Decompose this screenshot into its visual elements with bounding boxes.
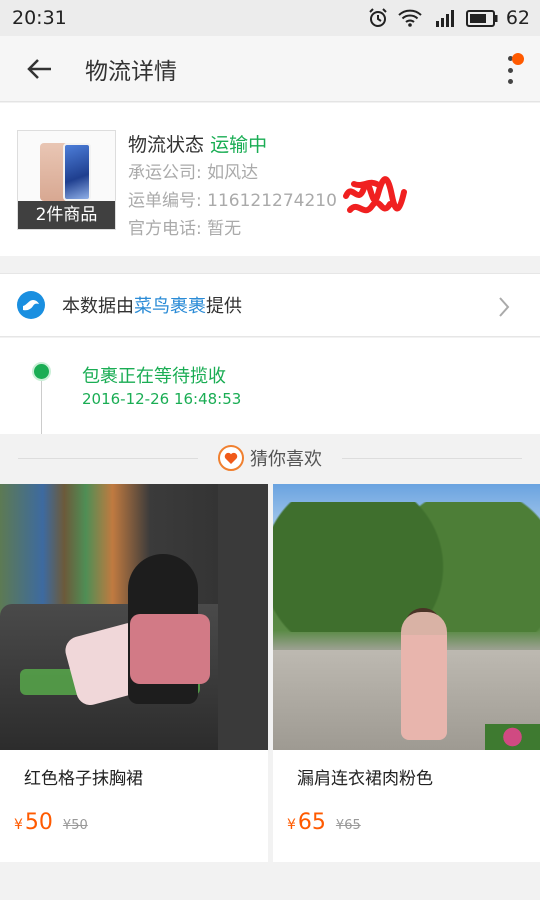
chevron-right-icon: [499, 297, 510, 317]
product-card[interactable]: 漏肩连衣裙肉粉色 ¥ 65 ¥65: [273, 484, 540, 862]
provider-suffix: 提供: [206, 296, 242, 317]
divider: [342, 458, 522, 459]
image-flowers: [485, 724, 540, 750]
phone-line: 官方电话: 暂无: [128, 219, 242, 239]
product-image: [0, 484, 268, 750]
cainiao-logo-icon: [17, 291, 45, 319]
more-icon-dot: [507, 79, 513, 84]
divider: [18, 458, 198, 459]
package-details: 物流状态 运输中 承运公司: 如风达 运单编号: 116121274210 官方…: [128, 131, 337, 243]
price-value: 50: [24, 810, 53, 835]
package-info[interactable]: 2件商品 物流状态 运输中 承运公司: 如风达 运单编号: 1161212742…: [0, 103, 540, 256]
product-name: 红色格子抹胸裙: [24, 769, 143, 789]
more-menu-button[interactable]: [498, 53, 524, 84]
app-header: 物流详情: [0, 36, 540, 102]
product-price: ¥ 65 ¥65: [287, 810, 361, 835]
product-thumbnail[interactable]: 2件商品: [17, 130, 116, 230]
currency-symbol: ¥: [287, 817, 296, 833]
logistics-status: 物流状态 运输中: [128, 131, 337, 159]
status-label: 物流状态: [128, 134, 205, 156]
status-icons: 62: [368, 7, 530, 29]
provider-prefix: 本数据由: [62, 296, 134, 317]
image-person: [401, 612, 447, 740]
original-price: ¥50: [62, 818, 88, 833]
status-bar: 20:31 62: [0, 0, 540, 36]
product-name: 漏肩连衣裙肉粉色: [297, 769, 433, 789]
product-image: [273, 484, 540, 750]
wifi-icon: [398, 9, 422, 27]
carrier-line: 承运公司: 如风达: [128, 163, 259, 183]
status-time: 20:31: [12, 7, 67, 29]
data-provider-text: 本数据由菜鸟裹裹提供: [62, 292, 242, 318]
status-value: 运输中: [210, 134, 268, 156]
battery-icon: [465, 9, 498, 27]
notification-badge: [512, 53, 524, 65]
data-provider-row[interactable]: 本数据由菜鸟裹裹提供: [0, 273, 540, 337]
more-icon-dot: [507, 67, 513, 73]
image-dress: [130, 614, 210, 684]
recommend-header: 猜你喜欢: [0, 434, 540, 482]
timeline-node: [32, 362, 51, 381]
item-count-label: 2件商品: [18, 201, 115, 229]
tracking-timeline: 包裹正在等待揽收 2016-12-26 16:48:53: [0, 338, 540, 434]
provider-brand-link[interactable]: 菜鸟裹裹: [134, 296, 206, 317]
heart-icon: [218, 445, 244, 471]
battery-level: 62: [505, 7, 530, 29]
tracking-number-line[interactable]: 运单编号: 116121274210: [128, 187, 337, 215]
original-price: ¥65: [335, 818, 361, 833]
product-price: ¥ 50 ¥50: [14, 810, 88, 835]
tracking-event-time: 2016-12-26 16:48:53: [82, 390, 242, 408]
back-arrow-icon: [27, 58, 51, 79]
alarm-icon: [369, 8, 387, 27]
back-button[interactable]: [0, 36, 80, 102]
battery-indicator: 62: [465, 7, 530, 29]
phone-image: [63, 143, 91, 201]
currency-symbol: ¥: [14, 817, 23, 833]
image-wall: [218, 484, 268, 750]
image-trees: [273, 502, 540, 632]
tracking-event-text: 包裹正在等待揽收: [82, 366, 226, 387]
page-title: 物流详情: [85, 58, 177, 85]
redaction-scribble: [343, 176, 407, 214]
recommend-grid: 红色格子抹胸裙 ¥ 50 ¥50 漏肩连衣裙肉粉色 ¥ 65 ¥65: [0, 484, 540, 862]
recommend-title: 猜你喜欢: [250, 449, 322, 470]
product-card[interactable]: 红色格子抹胸裙 ¥ 50 ¥50: [0, 484, 268, 862]
signal-icon: [435, 10, 454, 27]
price-value: 65: [297, 810, 326, 835]
